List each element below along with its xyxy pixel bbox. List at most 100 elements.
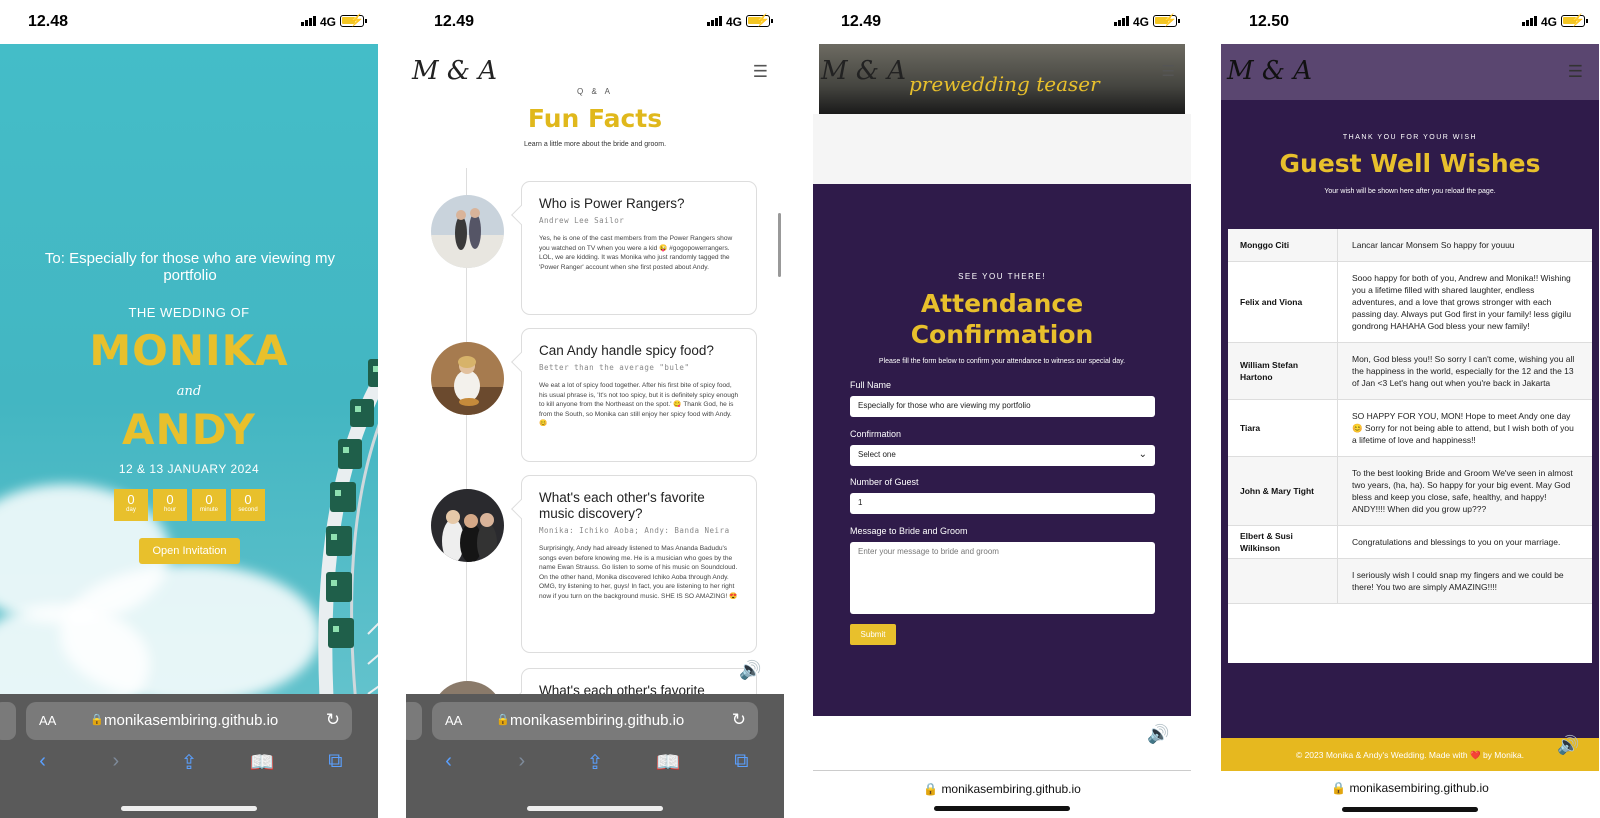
- previous-tab-pill[interactable]: [406, 702, 422, 740]
- divider: [813, 770, 1191, 771]
- scrollbar[interactable]: [778, 213, 781, 277]
- wish-author: Elbert & Susi Wilkinson: [1228, 526, 1338, 558]
- submit-button[interactable]: Submit: [850, 624, 896, 645]
- confirmation-select[interactable]: Select one ⌄: [850, 445, 1155, 466]
- fact-card: Who is Power Rangers? Andrew Lee Sailor …: [521, 181, 757, 315]
- guest-count-input[interactable]: 1: [850, 493, 1155, 514]
- screen-invitation-cover: 12.48 4G ⚡ To: Especially for those who …: [0, 0, 378, 818]
- home-indicator: [934, 806, 1070, 811]
- and-label: and: [176, 384, 202, 399]
- fact-answer: Monika: Ichiko Aoba; Andy: Banda Neira: [539, 526, 730, 535]
- fact-question: Who is Power Rangers?: [539, 196, 685, 211]
- message-textarea[interactable]: Enter your message to bride and groom: [850, 542, 1155, 614]
- back-icon[interactable]: ‹: [28, 750, 58, 775]
- tabs-icon[interactable]: ⧉: [320, 750, 350, 775]
- safari-toolbar: AA 🔒 monikasembiring.github.io ↻ ‹ › ⇪ 📖…: [0, 694, 378, 818]
- network-label: 4G: [1132, 15, 1149, 29]
- network-label: 4G: [319, 15, 336, 29]
- home-indicator: [121, 806, 257, 811]
- site-logo[interactable]: M & A: [412, 56, 497, 86]
- table-row: Monggo Citi Lancar lancar Monsem So happ…: [1228, 229, 1592, 262]
- confirmation-label: Confirmation: [850, 429, 902, 439]
- rsvp-section: SEE YOU THERE! Attendance Confirmation P…: [813, 184, 1191, 716]
- safari-compact-bar: 🔊 🔒 monikasembiring.github.io: [813, 716, 1191, 818]
- signal-icon: [707, 16, 722, 26]
- open-invitation-button[interactable]: Open Invitation: [139, 538, 240, 564]
- speaker-icon[interactable]: 🔊: [1557, 735, 1579, 756]
- share-icon[interactable]: ⇪: [580, 750, 610, 775]
- forward-icon[interactable]: ›: [507, 750, 537, 775]
- lock-icon: 🔒: [90, 714, 104, 726]
- prewedding-teaser-video[interactable]: M & A prewedding teaser ☰: [819, 44, 1185, 114]
- wish-author: William Stefan Hartono: [1228, 343, 1338, 399]
- wish-author: Felix and Viona: [1228, 262, 1338, 342]
- reload-icon[interactable]: ↻: [326, 710, 340, 730]
- speaker-icon[interactable]: 🔊: [739, 660, 761, 681]
- table-row: John & Mary Tight To the best looking Br…: [1228, 457, 1592, 526]
- address-url[interactable]: monikasembiring.github.io: [104, 712, 278, 729]
- wish-message: I seriously wish I could snap my fingers…: [1352, 570, 1564, 592]
- back-icon[interactable]: ‹: [434, 750, 464, 775]
- signal-icon: [301, 16, 316, 26]
- address-url[interactable]: 🔒 monikasembiring.github.io: [1221, 781, 1599, 795]
- home-indicator: [1342, 807, 1478, 812]
- wish-author: Monggo Citi: [1228, 229, 1338, 261]
- address-url[interactable]: 🔒 monikasembiring.github.io: [813, 782, 1191, 796]
- status-time: 12.49: [434, 13, 475, 30]
- fact-answer: Andrew Lee Sailor: [539, 216, 625, 225]
- site-logo[interactable]: M & A: [821, 56, 906, 86]
- fact-body: We eat a lot of spicy food together. Aft…: [539, 382, 739, 428]
- table-row: Tiara SO HAPPY FOR YOU, MON! Hope to mee…: [1228, 400, 1592, 457]
- chevron-down-icon: ⌄: [1138, 449, 1147, 460]
- share-icon[interactable]: ⇪: [174, 750, 204, 775]
- teaser-label: prewedding teaser: [909, 72, 1100, 96]
- previous-tab-pill[interactable]: [0, 702, 16, 740]
- hamburger-menu-icon[interactable]: ☰: [1162, 62, 1175, 80]
- section-eyebrow: SEE YOU THERE!: [958, 272, 1046, 281]
- safari-toolbar: AA 🔒 monikasembiring.github.io ↻ ‹ › ⇪ 📖…: [406, 694, 784, 818]
- safari-compact-bar: 🔒 monikasembiring.github.io: [1221, 771, 1599, 818]
- lock-icon: 🔒: [923, 782, 942, 796]
- countdown: 0 day 0 hour 0 minute 0 second: [114, 489, 265, 521]
- forward-icon[interactable]: ›: [101, 750, 131, 775]
- full-name-label: Full Name: [850, 380, 892, 390]
- tabs-icon[interactable]: ⧉: [726, 750, 756, 775]
- hamburger-menu-icon[interactable]: ☰: [1568, 62, 1583, 82]
- photo-avatar: [431, 195, 504, 268]
- wedding-of-label: THE WEDDING OF: [128, 305, 250, 320]
- hamburger-menu-icon[interactable]: ☰: [753, 62, 768, 82]
- wish-author: Tiara: [1228, 400, 1338, 456]
- reader-aa-button[interactable]: AA: [39, 713, 56, 728]
- status-bar: 12.50 4G ⚡: [1221, 0, 1599, 44]
- table-row: William Stefan Hartono Mon, God bless yo…: [1228, 343, 1592, 400]
- groom-name: ANDY: [122, 405, 256, 454]
- address-url[interactable]: monikasembiring.github.io: [510, 712, 684, 729]
- address-bar[interactable]: AA 🔒 monikasembiring.github.io ↻: [26, 702, 352, 740]
- status-bar: 12.49 4G ⚡: [406, 0, 784, 44]
- reader-aa-button[interactable]: AA: [445, 713, 462, 728]
- message-label: Message to Bride and Groom: [850, 526, 968, 536]
- screen-rsvp: 12.49 4G ⚡ M & A prewedding teaser ☰ SEE…: [813, 0, 1191, 818]
- wish-message: Lancar lancar Monsem So happy for youuu: [1352, 240, 1515, 250]
- guest-count-label: Number of Guest: [850, 477, 919, 487]
- fact-question: Can Andy handle spicy food?: [539, 343, 714, 358]
- section-eyebrow: Q & A: [577, 87, 613, 96]
- signal-icon: [1114, 16, 1129, 26]
- bookmarks-icon[interactable]: 📖: [653, 750, 683, 775]
- site-logo[interactable]: M & A: [1227, 56, 1312, 86]
- speaker-icon[interactable]: 🔊: [1147, 724, 1169, 745]
- battery-icon: ⚡: [340, 13, 367, 27]
- photo-avatar: [431, 342, 504, 415]
- guest-greeting: To: Especially for those who are viewing…: [44, 250, 336, 284]
- reload-icon[interactable]: ↻: [732, 710, 746, 730]
- status-time: 12.50: [1249, 13, 1290, 30]
- site-footer: © 2023 Monika & Andy's Wedding. Made wit…: [1221, 738, 1599, 771]
- battery-icon: ⚡: [746, 13, 773, 27]
- fact-body: Yes, he is one of the cast members from …: [539, 235, 733, 271]
- bookmarks-icon[interactable]: 📖: [247, 750, 277, 775]
- section-title: Guest Well Wishes: [1279, 149, 1541, 178]
- address-bar[interactable]: AA 🔒 monikasembiring.github.io ↻: [432, 702, 758, 740]
- wishes-table[interactable]: Monggo Citi Lancar lancar Monsem So happ…: [1228, 229, 1592, 663]
- full-name-input[interactable]: Especially for those who are viewing my …: [850, 396, 1155, 417]
- table-row: Felix and Viona Sooo happy for both of y…: [1228, 262, 1592, 343]
